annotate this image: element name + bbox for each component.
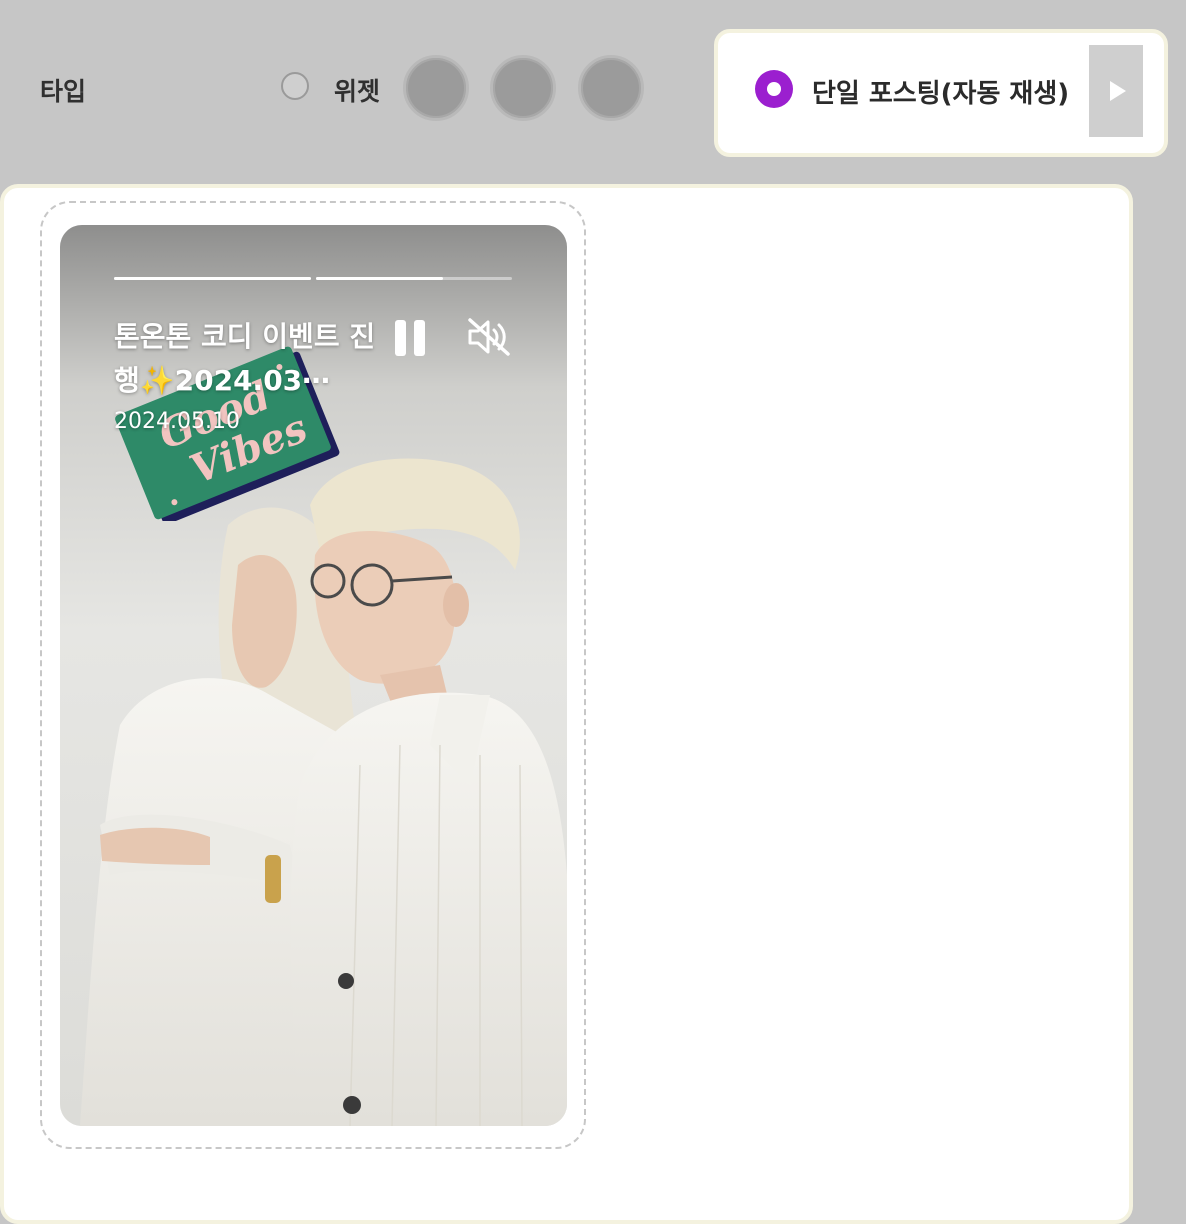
story-title: 톤온톤 코디 이벤트 진행✨2024.03⋯ [114,320,376,397]
progress-bar-1 [114,277,311,280]
progress-bar-2 [316,277,512,280]
story-date: 2024.05.10 [114,409,240,434]
single-posting-radio[interactable] [755,70,793,108]
color-swatch-3[interactable] [578,55,644,121]
widget-radio[interactable] [281,72,309,100]
play-icon [1110,81,1126,101]
color-swatch-1[interactable] [403,55,469,121]
speaker-muted-icon[interactable] [466,317,510,357]
single-posting-label: 단일 포스팅(자동 재생) [812,79,1070,109]
play-button[interactable] [1089,45,1143,137]
pause-icon[interactable] [395,320,427,356]
type-label: 타입 [40,77,87,106]
widget-label: 위젯 [334,77,381,106]
single-posting-option[interactable]: 단일 포스팅(자동 재생) [714,29,1168,157]
story-card[interactable]: Good Vibes 톤온톤 코디 이벤트 진행✨2024.03⋯ 2024.0… [60,225,567,1126]
color-swatch-2[interactable] [490,55,556,121]
